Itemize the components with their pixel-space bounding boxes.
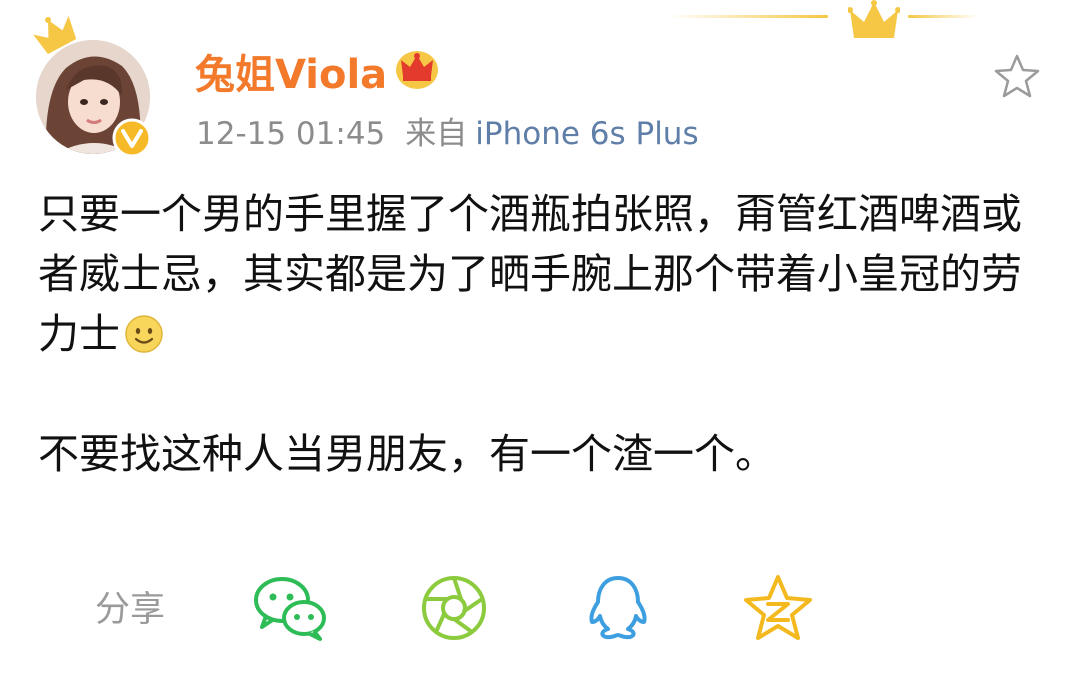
crown-decoration-icon [848, 0, 900, 38]
crown-vip-icon[interactable] [394, 46, 440, 90]
post-paragraph: 只要一个男的手里握了个酒瓶拍张照，甭管红酒啤酒或者威士忌，其实都是为了晒手腕上那… [38, 184, 1048, 364]
smiley-icon [125, 315, 163, 353]
wechat-icon[interactable] [252, 572, 328, 644]
header-decoration-line [908, 15, 978, 18]
favorite-star-icon[interactable] [992, 52, 1042, 100]
post-content: 只要一个男的手里握了个酒瓶拍张照，甭管红酒啤酒或者威士忌，其实都是为了晒手腕上那… [38, 184, 1048, 484]
header-decoration-line [668, 15, 828, 18]
post-timestamp: 12-15 01:45 [196, 116, 386, 152]
post-paragraph-text: 只要一个男的手里握了个酒瓶拍张照，甭管红酒啤酒或者威士忌，其实都是为了晒手腕上那… [38, 190, 1022, 358]
verified-badge-icon [112, 118, 152, 158]
avatar[interactable] [36, 40, 154, 158]
username[interactable]: 兔姐Viola [195, 46, 387, 104]
post-paragraph: 不要找这种人当男朋友，有一个渣一个。 [38, 430, 776, 478]
source-prefix: 来自 [405, 116, 468, 152]
qzone-icon[interactable] [740, 572, 816, 644]
qq-icon[interactable] [580, 572, 656, 644]
moments-icon[interactable] [416, 572, 492, 644]
share-label: 分享 [95, 590, 166, 630]
post-meta: 12-15 01:45 来自 iPhone 6s Plus [196, 114, 699, 154]
source-device-link[interactable]: iPhone 6s Plus [475, 116, 698, 152]
